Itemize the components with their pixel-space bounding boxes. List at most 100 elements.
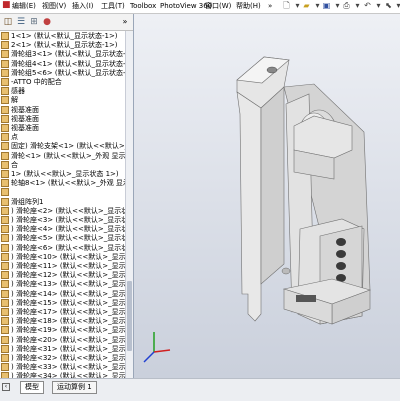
coordinate-triad xyxy=(143,332,171,363)
tree-item-label: 固定) 滑轮支架<1> (默认<<默认>_外观 显 xyxy=(11,142,125,151)
tree-item-label: -ATTO 中的配合 xyxy=(11,78,62,86)
component-icon xyxy=(1,87,9,96)
menu-expand-icon[interactable]: » xyxy=(268,2,272,11)
tree-item-label: 滑轮组4<1> (默认<默认_显示状态-1>) xyxy=(11,59,125,68)
print-icon[interactable]: ⎙ xyxy=(342,1,351,11)
dropdown-arrow-icon[interactable]: ▾ xyxy=(353,1,362,11)
component-icon xyxy=(1,114,9,123)
tree-item-label: 点 xyxy=(11,133,18,142)
menu-tools[interactable]: 工具(T) xyxy=(101,2,125,11)
tree-item-label: ) 滑轮座<6> (默认<<默认>_显示状态 1>) xyxy=(11,243,125,252)
tree-item[interactable]: 轮轴8<1> (默认<<默认>_外观 显示状态 1>) xyxy=(0,178,125,188)
component-icon xyxy=(1,243,9,252)
x-axis xyxy=(153,349,171,353)
panel-tabs: ◫ ☰ ⊞ ● » xyxy=(0,14,133,31)
bottom-tab-bar: ‹ 模型 运动算例 1 xyxy=(0,378,400,401)
component-icon xyxy=(1,335,9,344)
component-icon xyxy=(1,197,9,206)
tree-item-label: 视基准面 xyxy=(11,105,39,114)
component-icon xyxy=(1,363,9,372)
dropdown-arrow-icon[interactable]: ▾ xyxy=(313,1,322,11)
feature-tree-tab-icon[interactable]: ◫ xyxy=(2,16,14,28)
tree-item-label: 合 xyxy=(11,160,18,169)
tree-item-label: ) 滑轮座<20> (默认<<默认>_显示状态 1>) xyxy=(11,335,125,344)
component-icon xyxy=(1,96,9,105)
tree-item-label: ) 滑轮座<11> (默认<<默认>_显示状态 1>) xyxy=(11,262,125,270)
undo-icon[interactable]: ↶ xyxy=(363,1,372,11)
tree-item-label: ) 滑轮座<4> (默认<<默认>_显示状态 1>) xyxy=(11,225,125,234)
component-icon xyxy=(1,105,9,114)
tree-item-label: 1> (默认<<默认>_显示状态 1>) xyxy=(11,170,119,178)
component-icon xyxy=(1,124,9,132)
save-icon[interactable]: ▣ xyxy=(322,1,331,11)
tree-item-label: 轮轴8<1> (默认<<默认>_外观 显示状态 1>) xyxy=(11,179,125,188)
tree-item-label: 滑轮<1> (默认<<默认>_外观 显示状态 1>) xyxy=(11,151,125,160)
component-icon xyxy=(1,298,9,307)
tree-item-label: ) 滑轮座<18> (默认<<默认>_显示状态 1>) xyxy=(11,317,125,326)
slot-hole xyxy=(336,262,346,270)
tree-item-label: ) 滑轮座<2> (默认<<默认>_显示状态 1>) xyxy=(11,206,125,215)
component-icon xyxy=(1,32,9,40)
collapse-panel-icon[interactable]: » xyxy=(119,16,131,28)
tree-item-label: 感器 xyxy=(11,87,25,96)
tree-item-label: ) 滑轮座<5> (默认<<默认>_显示状态 1>) xyxy=(11,234,125,243)
menu-view[interactable]: 视图(V) xyxy=(42,2,66,11)
dropdown-arrow-icon[interactable]: ▾ xyxy=(374,1,383,11)
component-icon xyxy=(1,252,9,261)
app-logo-icon: ■ xyxy=(2,0,11,10)
pin xyxy=(281,267,291,275)
tree-item-label: ) 滑轮座<10> (默认<<默认>_显示状态 1>) xyxy=(11,252,125,261)
tree-item-label: 1<1> (默认<默认_显示状态-1>) xyxy=(11,32,118,40)
feature-manager-panel: ◫ ☰ ⊞ ● » 1<1> (默认<默认_显示状态-1>) 2<1> (默认<默… xyxy=(0,14,134,390)
menu-help[interactable]: 帮助(H) xyxy=(236,2,261,11)
component-icon xyxy=(1,179,9,188)
scroll-left-icon[interactable]: ‹ xyxy=(2,383,10,391)
tree-item-label: 滑组阵列1 xyxy=(11,197,44,206)
component-icon xyxy=(1,151,9,160)
tree-item-label: ) 滑轮座<17> (默认<<默认>_显示状态 1>) xyxy=(11,308,125,316)
select-pointer-icon[interactable]: ⬉ xyxy=(384,1,393,11)
component-icon xyxy=(1,59,9,68)
graphics-viewport[interactable] xyxy=(134,14,400,388)
menu-insert[interactable]: 插入(I) xyxy=(72,2,94,11)
tree-item-label: 视基准面 xyxy=(11,114,39,123)
menu-toolbox[interactable]: Toolbox xyxy=(130,2,156,11)
component-icon xyxy=(1,344,9,353)
component-icon xyxy=(1,354,9,362)
tree-item-label: ) 滑轮座<3> (默认<<默认>_显示状态 1>) xyxy=(11,216,125,224)
tree-item-label: ) 滑轮座<14> (默认<<默认>_显示状态 1>) xyxy=(11,289,125,298)
tree-item-label: 滑轮组3<1> (默认<默认_显示状态-1>) xyxy=(11,50,125,59)
tree-scrollbar[interactable] xyxy=(125,31,133,387)
open-folder-icon[interactable]: ▰ xyxy=(302,1,311,11)
tree-item-label: ) 滑轮座<13> (默认<<默认>_显示状态 1>) xyxy=(11,280,125,289)
tab-model[interactable]: 模型 xyxy=(20,381,44,394)
tree-item-label: ) 滑轮座<32> (默认<<默认>_显示状态 1>) xyxy=(11,354,125,362)
menu-edit[interactable]: 编辑(E) xyxy=(12,2,36,11)
component-icon xyxy=(1,206,9,215)
component-icon xyxy=(1,234,9,243)
tree-item-label: ) 滑轮座<12> (默认<<默认>_显示状态 1>) xyxy=(11,271,125,280)
tab-motion-study[interactable]: 运动算例 1 xyxy=(52,381,97,394)
component-icon xyxy=(1,68,9,77)
appearance-tab-icon[interactable]: ● xyxy=(41,16,53,28)
component-icon xyxy=(1,142,9,151)
menu-window[interactable]: 窗口(W) xyxy=(205,2,231,11)
new-document-icon[interactable]: 🗋 xyxy=(282,1,291,11)
component-icon xyxy=(1,133,9,142)
tree-item-label: ) 滑轮座<33> (默认<<默认>_显示状态 1>) xyxy=(11,363,125,372)
component-icon xyxy=(1,326,9,335)
dropdown-arrow-icon[interactable]: ▾ xyxy=(394,1,400,11)
component-icon xyxy=(1,280,9,289)
component-icon xyxy=(1,317,9,326)
dropdown-arrow-icon[interactable]: ▾ xyxy=(293,1,302,11)
tree-item[interactable]: 滑轮<1> (默认<<默认>_外观 显示状态 1>) xyxy=(0,151,125,161)
left-bracket-arm xyxy=(236,91,262,322)
scrollbar-thumb[interactable] xyxy=(127,281,132,351)
component-icon xyxy=(1,78,9,86)
dropdown-arrow-icon[interactable]: ▾ xyxy=(333,1,342,11)
property-manager-tab-icon[interactable]: ☰ xyxy=(15,16,27,28)
component-icon xyxy=(1,170,9,178)
component-icon xyxy=(1,262,9,270)
configuration-tab-icon[interactable]: ⊞ xyxy=(28,16,40,28)
tree-item-label: ) 滑轮座<31> (默认<<默认>_显示状态 1>) xyxy=(11,344,125,353)
